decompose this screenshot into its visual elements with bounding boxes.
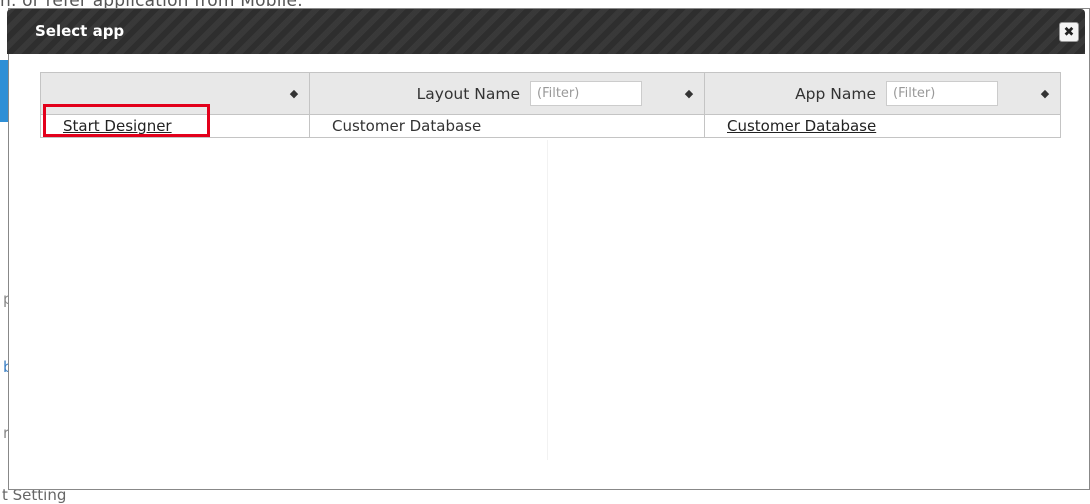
sort-icon[interactable]: ◆ — [684, 87, 694, 100]
app-table: ◆ Layout Name ◆ App Name ◆ — [40, 72, 1061, 138]
divider — [547, 140, 548, 460]
close-button[interactable]: ✖ — [1059, 22, 1079, 42]
column-label: Layout Name — [416, 84, 520, 103]
column-header-layout-name[interactable]: Layout Name ◆ — [309, 72, 705, 115]
sort-icon[interactable]: ◆ — [1040, 87, 1050, 100]
sort-icon[interactable]: ◆ — [289, 87, 299, 100]
column-label: App Name — [795, 84, 876, 103]
table-cell-app-name: Customer Database — [704, 114, 1061, 138]
app-name-link[interactable]: Customer Database — [727, 117, 876, 135]
start-designer-link[interactable]: Start Designer — [63, 117, 172, 135]
dialog-title: Select app — [35, 22, 125, 40]
table-cell-layout-name: Customer Database — [309, 114, 705, 138]
column-header-action[interactable]: ◆ — [40, 72, 310, 115]
column-header-app-name[interactable]: App Name ◆ — [704, 72, 1061, 115]
table-cell-action: Start Designer — [40, 114, 310, 138]
table-header-row: ◆ Layout Name ◆ App Name ◆ — [40, 72, 1061, 115]
app-name-filter-input[interactable] — [886, 81, 998, 106]
dialog-titlebar[interactable]: Select app ✖ — [7, 9, 1085, 54]
close-icon: ✖ — [1063, 24, 1075, 40]
layout-name-filter-input[interactable] — [530, 81, 642, 106]
table-row: Start Designer Customer Database Custome… — [40, 114, 1061, 138]
